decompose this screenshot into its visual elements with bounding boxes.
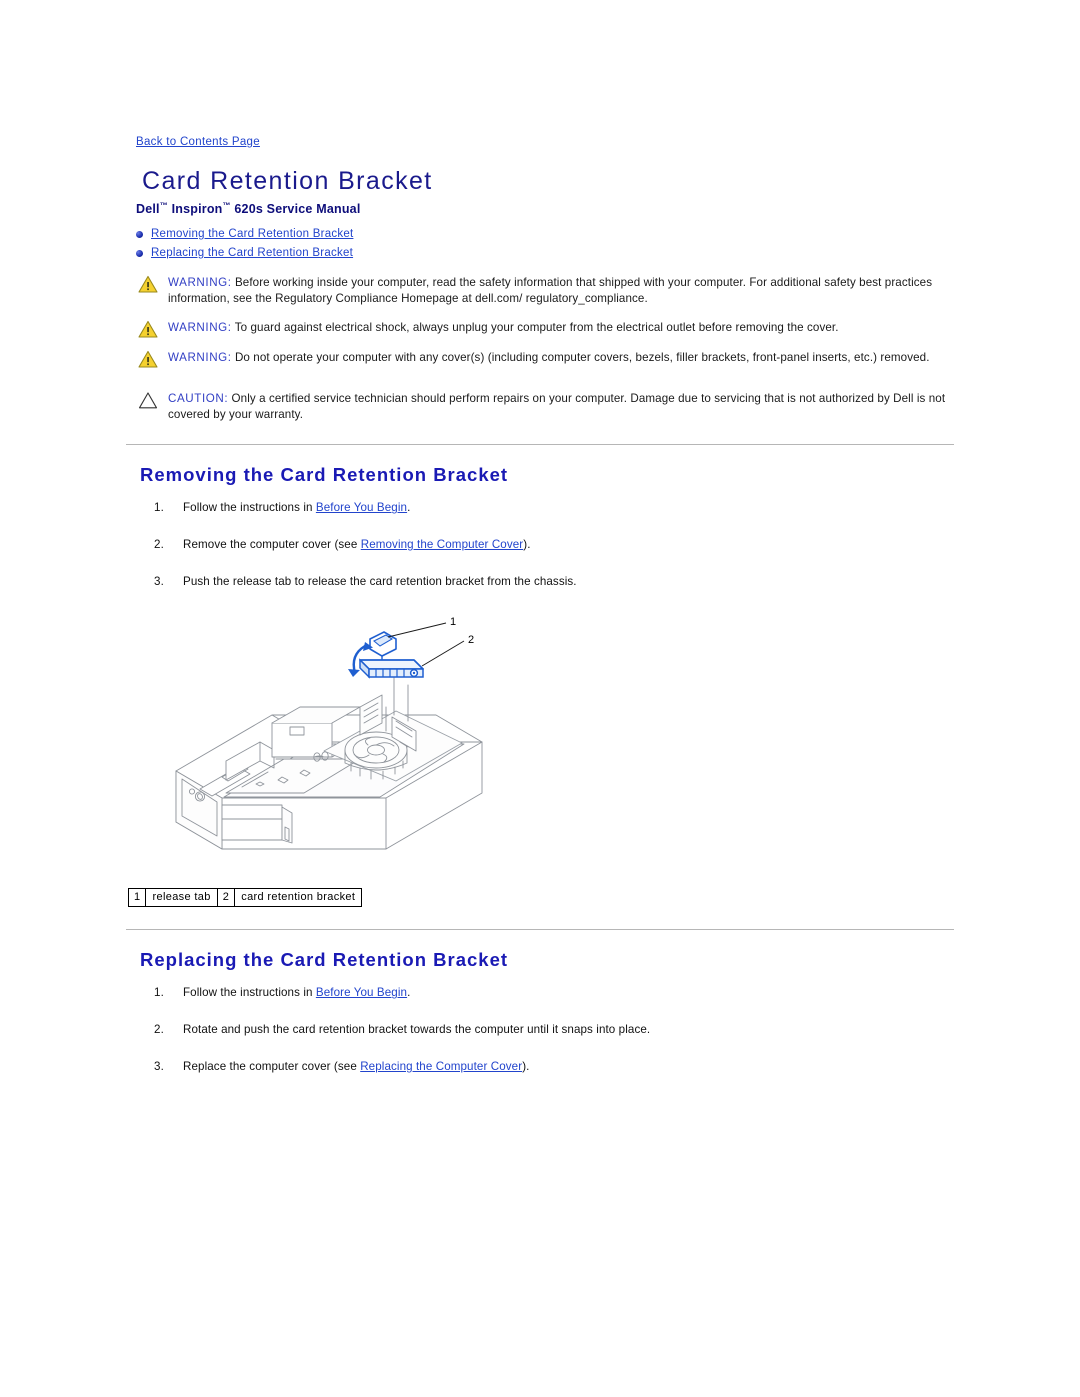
section-heading-removing: Removing the Card Retention Bracket (140, 464, 509, 486)
replacing-step-1: Follow the instructions in Before You Be… (154, 985, 954, 1001)
warning-text: To guard against electrical shock, alway… (231, 321, 839, 335)
divider-top (126, 444, 954, 446)
warning-notice-3: WARNING: Do not operate your computer wi… (136, 350, 954, 368)
toc-item-removing[interactable]: Removing the Card Retention Bracket (136, 227, 954, 242)
legend-number-1: 1 (127, 888, 147, 908)
replacing-steps-list: Follow the instructions in Before You Be… (136, 985, 954, 1075)
bullet-icon (136, 250, 143, 258)
legend-label-2: card retention bracket (234, 888, 363, 908)
warning-notice-1: WARNING: Before working inside your comp… (136, 275, 954, 306)
removing-step-2: Remove the computer cover (see Removing … (154, 537, 954, 553)
subtitle-model: 620s Service Manual (230, 202, 361, 217)
card-retention-bracket-highlight (348, 631, 424, 679)
removing-step-1: Follow the instructions in Before You Be… (154, 500, 954, 516)
caution-triangle-icon (138, 392, 158, 409)
step-text-pre: Follow the instructions in (183, 986, 316, 1000)
before-you-begin-link[interactable]: Before You Begin (316, 986, 407, 999)
legend-label-1: release tab (145, 888, 218, 908)
caution-text: Only a certified service technician shou… (168, 392, 946, 421)
step-text-pre: Replace the computer cover (see (183, 1060, 361, 1074)
bullet-icon (136, 231, 143, 239)
subtitle-product: Inspiron (167, 202, 223, 217)
chassis-illustration: 1 2 (175, 616, 483, 850)
warning-triangle-icon (138, 276, 158, 293)
subtitle-brand: Dell (136, 202, 160, 217)
before-you-begin-link[interactable]: Before You Begin (316, 501, 407, 514)
warning-text: Before working inside your computer, rea… (168, 276, 933, 305)
toc-item-replacing[interactable]: Replacing the Card Retention Bracket (136, 246, 954, 261)
trademark-symbol-2: ™ (222, 201, 231, 210)
warning-label: WARNING: (168, 276, 232, 290)
step-text-post: ). (523, 538, 531, 552)
warning-triangle-icon (138, 321, 158, 338)
toc-link-replacing[interactable]: Replacing the Card Retention Bracket (151, 247, 353, 259)
document-subtitle: Dell™ Inspiron™ 620s Service Manual (136, 201, 954, 216)
toc-link-removing[interactable]: Removing the Card Retention Bracket (151, 228, 353, 240)
figure-callout-2: 2 (468, 634, 474, 646)
step-text-post: ). (522, 1060, 530, 1074)
warning-label: WARNING: (168, 321, 232, 335)
replacing-step-2: Rotate and push the card retention brack… (154, 1022, 651, 1038)
back-to-contents-link[interactable]: Back to Contents Page (136, 136, 260, 148)
trademark-symbol-1: ™ (159, 201, 168, 210)
figure-callout-1: 1 (450, 616, 456, 628)
replacing-computer-cover-link[interactable]: Replacing the Computer Cover (360, 1060, 522, 1073)
removing-step-3: Push the release tab to release the card… (154, 574, 577, 590)
section-heading-replacing: Replacing the Card Retention Bracket (140, 949, 509, 971)
step-text-post: . (407, 501, 411, 515)
document-content: Back to Contents Page Card Retention Bra… (126, 132, 954, 1096)
warning-text: Do not operate your computer with any co… (231, 350, 930, 364)
step-text-pre: Remove the computer cover (see (183, 538, 361, 552)
removing-computer-cover-link[interactable]: Removing the Computer Cover (361, 538, 524, 551)
document-page: Back to Contents Page Card Retention Bra… (0, 0, 1080, 1397)
warning-notice-2: WARNING: To guard against electrical sho… (136, 320, 954, 338)
caution-notice: CAUTION: Only a certified service techni… (136, 391, 954, 422)
step-text-pre: Follow the instructions in (183, 501, 316, 515)
caution-label: CAUTION: (168, 392, 229, 406)
step-text-post: . (407, 986, 411, 1000)
figure-legend-table: 1 release tab 2 card retention bracket (127, 888, 363, 908)
page-title: Card Retention Bracket (142, 167, 433, 195)
legend-number-2: 2 (216, 888, 236, 908)
replacing-step-3: Replace the computer cover (see Replacin… (154, 1059, 954, 1075)
warning-triangle-icon (138, 350, 158, 368)
table-of-contents: Removing the Card Retention Bracket Repl… (136, 227, 954, 261)
figure-card-retention-bracket: 1 2 (164, 611, 954, 876)
table-row: 1 release tab 2 card retention bracket (127, 888, 363, 908)
warning-label: WARNING: (168, 350, 232, 364)
divider-bottom (126, 929, 954, 931)
removing-steps-list: Follow the instructions in Before You Be… (136, 500, 954, 590)
